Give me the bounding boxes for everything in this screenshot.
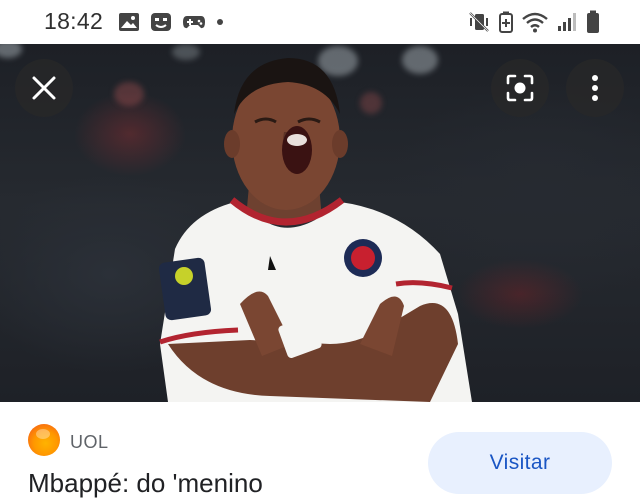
close-icon bbox=[32, 76, 56, 100]
wifi-icon bbox=[522, 12, 548, 33]
gallery-icon bbox=[119, 13, 139, 31]
signal-icon bbox=[558, 13, 576, 31]
image-viewer[interactable] bbox=[0, 44, 640, 402]
lens-search-button[interactable] bbox=[491, 59, 549, 117]
source-name[interactable]: UOL bbox=[70, 432, 109, 453]
visit-button[interactable]: Visitar bbox=[428, 432, 612, 494]
uol-logo bbox=[28, 424, 60, 456]
dot-icon bbox=[217, 19, 223, 25]
system-icons bbox=[468, 9, 600, 35]
face-icon bbox=[151, 13, 171, 31]
battery-saver-icon bbox=[499, 11, 513, 33]
mute-vibrate-icon bbox=[469, 12, 489, 32]
more-options-button[interactable] bbox=[566, 59, 624, 117]
close-button[interactable] bbox=[15, 59, 73, 117]
lens-icon bbox=[506, 74, 534, 102]
notification-icons bbox=[118, 10, 224, 34]
gamepad-icon bbox=[183, 16, 205, 29]
more-vert-icon bbox=[592, 75, 598, 101]
battery-icon bbox=[587, 10, 599, 33]
article-title[interactable]: Mbappé: do 'menino bbox=[28, 468, 263, 499]
status-time: 18:42 bbox=[44, 8, 104, 34]
status-bar: 18:42 bbox=[0, 0, 640, 44]
